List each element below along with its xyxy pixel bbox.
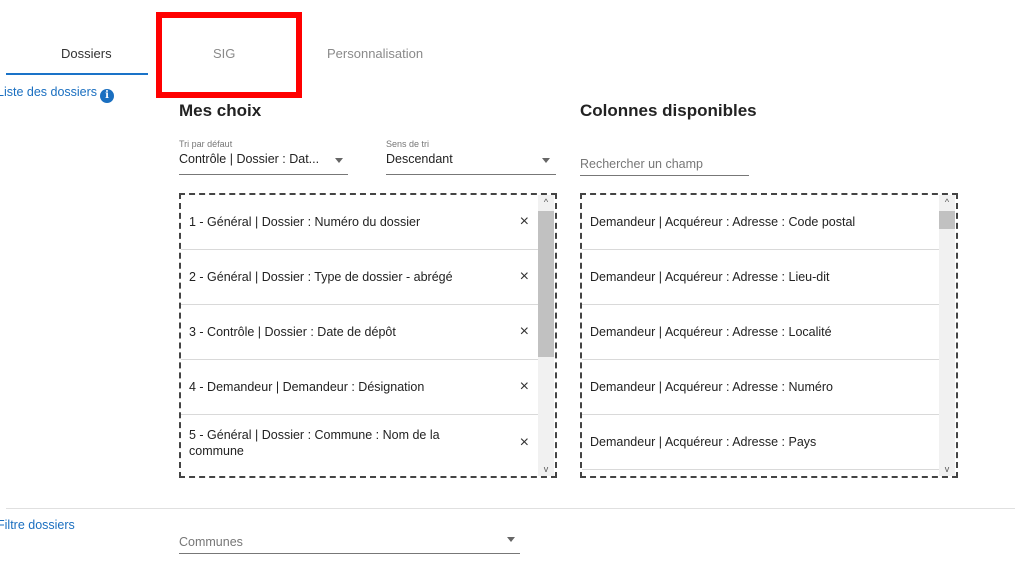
list-item-label: 5 - Général | Dossier : Commune : Nom de… xyxy=(189,427,440,458)
list-item[interactable]: 4 - Demandeur | Demandeur : Désignation … xyxy=(181,360,539,415)
close-icon[interactable]: × xyxy=(520,323,529,341)
scroll-up-arrow-icon[interactable]: ^ xyxy=(538,195,554,209)
sort-direction-value: Descendant xyxy=(386,152,453,166)
sort-direction-select[interactable]: Sens de tri Descendant xyxy=(386,139,556,175)
list-item-label: 3 - Contrôle | Dossier : Date de dépôt xyxy=(189,325,396,339)
tab-sig[interactable]: SIG xyxy=(213,46,235,61)
chevron-down-icon xyxy=(507,537,515,542)
list-item-label: 2 - Général | Dossier : Type de dossier … xyxy=(189,270,453,284)
sidebar-item-filtre-dossiers[interactable]: Filtre dossiers xyxy=(0,518,75,532)
chevron-down-icon xyxy=(542,158,550,163)
tab-personnalisation[interactable]: Personnalisation xyxy=(327,46,423,61)
list-item[interactable]: 1 - Général | Dossier : Numéro du dossie… xyxy=(181,195,539,250)
tab-bar: Dossiers SIG Personnalisation xyxy=(0,0,1015,76)
selected-columns-list: 1 - Général | Dossier : Numéro du dossie… xyxy=(179,193,557,478)
sort-default-select[interactable]: Tri par défaut Contrôle | Dossier : Dat.… xyxy=(179,139,348,175)
sort-default-value: Contrôle | Dossier : Dat... xyxy=(179,152,320,166)
scrollbar[interactable]: ^ v xyxy=(538,195,554,476)
list-item[interactable]: 3 - Contrôle | Dossier : Date de dépôt × xyxy=(181,305,539,360)
list-item-label: 4 - Demandeur | Demandeur : Désignation xyxy=(189,380,425,394)
list-item[interactable]: 2 - Général | Dossier : Type de dossier … xyxy=(181,250,539,305)
list-item-label: Demandeur | Acquéreur : Adresse : Numéro xyxy=(590,380,833,394)
communes-select[interactable]: Communes xyxy=(179,528,520,554)
chevron-down-icon xyxy=(335,158,343,163)
mes-choix-title: Mes choix xyxy=(179,101,262,120)
scroll-thumb[interactable] xyxy=(939,211,955,229)
list-item-label: Demandeur | Acquéreur : Adresse : Code p… xyxy=(590,215,856,229)
sidebar-item-label: Liste des dossiers xyxy=(0,85,98,99)
sort-direction-label: Sens de tri xyxy=(386,139,430,149)
list-item[interactable]: Demandeur | Acquéreur : Adresse : Lieu-d… xyxy=(582,250,940,305)
close-icon[interactable]: × xyxy=(520,378,529,396)
available-columns-list: Demandeur | Acquéreur : Adresse : Code p… xyxy=(580,193,958,478)
scrollbar[interactable]: ^ v xyxy=(939,195,955,476)
section-divider xyxy=(6,508,1015,509)
scroll-down-arrow-icon[interactable]: v xyxy=(538,462,554,476)
sidebar-item-liste-des-dossiers[interactable]: Liste des dossiers i xyxy=(0,85,115,103)
list-item[interactable]: Demandeur | Acquéreur : Adresse : Numéro xyxy=(582,360,940,415)
list-item[interactable]: Demandeur | Acquéreur : Adresse : Locali… xyxy=(582,305,940,360)
tab-dossiers[interactable]: Dossiers xyxy=(61,46,112,61)
select-underline xyxy=(179,553,520,554)
select-underline xyxy=(386,174,556,175)
list-item[interactable]: Demandeur | Acquéreur : Adresse : Pays xyxy=(582,415,940,470)
search-field-input[interactable] xyxy=(580,152,749,176)
select-underline xyxy=(179,174,348,175)
list-item-label: Demandeur | Acquéreur : Adresse : Locali… xyxy=(590,325,832,339)
active-tab-indicator xyxy=(6,73,148,75)
scroll-up-arrow-icon[interactable]: ^ xyxy=(939,195,955,209)
close-icon[interactable]: × xyxy=(520,268,529,286)
list-item[interactable]: Demandeur | Acquéreur : Adresse : Code p… xyxy=(582,195,940,250)
sort-default-label: Tri par défaut xyxy=(179,139,233,149)
communes-placeholder: Communes xyxy=(179,535,243,549)
list-item-label: Demandeur | Acquéreur : Adresse : Lieu-d… xyxy=(590,270,830,284)
scroll-down-arrow-icon[interactable]: v xyxy=(939,462,955,476)
close-icon[interactable]: × xyxy=(520,434,529,452)
colonnes-disponibles-title: Colonnes disponibles xyxy=(580,101,757,120)
info-icon[interactable]: i xyxy=(100,89,115,103)
scroll-thumb[interactable] xyxy=(538,211,554,357)
list-item-label: Demandeur | Acquéreur : Adresse : Pays xyxy=(590,435,817,449)
list-item[interactable]: 5 - Général | Dossier : Commune : Nom de… xyxy=(181,415,539,470)
list-item-label: 1 - Général | Dossier : Numéro du dossie… xyxy=(189,215,421,229)
close-icon[interactable]: × xyxy=(520,213,529,231)
